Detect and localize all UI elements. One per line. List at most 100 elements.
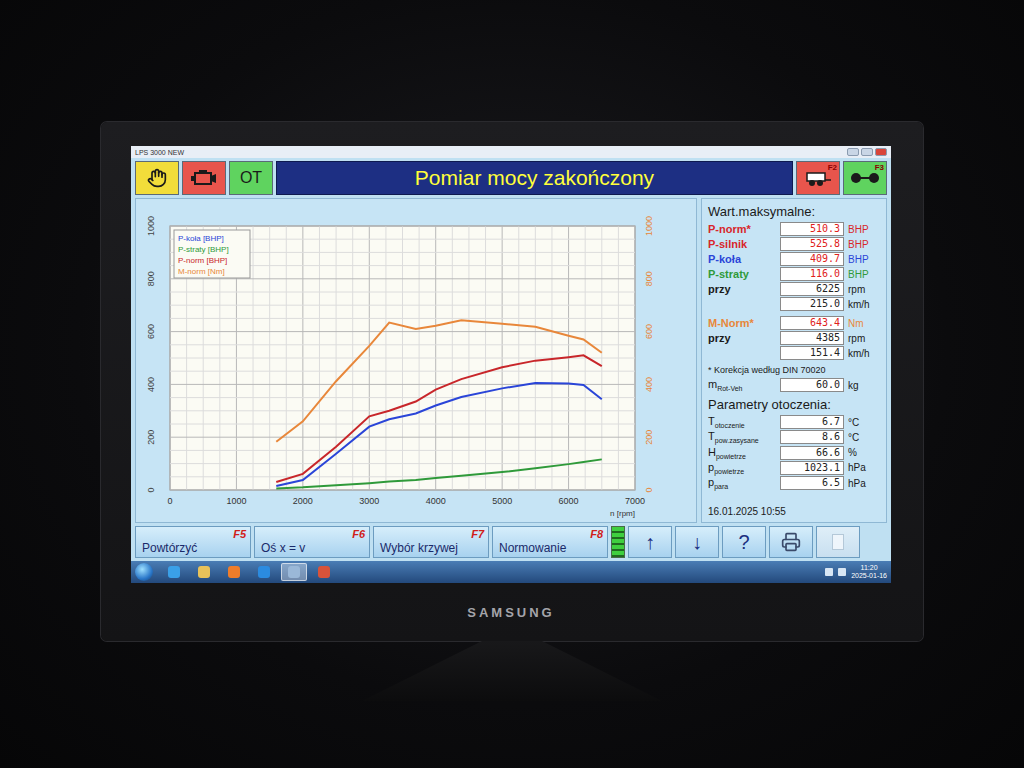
taskbar-app[interactable]: [161, 563, 187, 581]
row-label: mRot-Veh: [708, 378, 776, 392]
x-tick: 1000: [226, 496, 246, 506]
series-line: [276, 320, 602, 441]
network-icon[interactable]: [825, 568, 833, 576]
value-box: 8.6: [780, 430, 844, 444]
grid-line: [170, 410, 635, 411]
taskbar-app[interactable]: [191, 563, 217, 581]
y-tick-left: 0: [146, 487, 156, 492]
taskbar-app[interactable]: [251, 563, 277, 581]
grid-line: [170, 344, 635, 345]
max-value-row: P-norm*510.3BHP: [708, 222, 880, 236]
x-tick: 2000: [293, 496, 313, 506]
close-button[interactable]: [875, 148, 887, 156]
level-indicator: [611, 526, 625, 558]
mode-button[interactable]: F3: [843, 161, 887, 195]
nav-label: ?: [738, 531, 749, 554]
row-label: Tpow.zasysane: [708, 430, 776, 444]
system-tray: 11:202025-01-16: [825, 564, 887, 580]
row-label: P-straty: [708, 268, 776, 280]
taskbar: 11:202025-01-16: [131, 561, 891, 583]
max-value-row: P-silnik525.8BHP: [708, 237, 880, 251]
tool-button[interactable]: [135, 161, 179, 195]
series-line: [276, 355, 602, 482]
clock-time: 11:20: [861, 564, 878, 572]
indicator-fill: [612, 527, 624, 557]
media-icon: [228, 566, 240, 578]
function-button[interactable]: PowtórzyćF5: [135, 526, 251, 558]
nav-button[interactable]: ?: [722, 526, 766, 558]
nav-button[interactable]: ↑: [628, 526, 672, 558]
row-label: przy: [708, 332, 776, 344]
mode-button[interactable]: F2: [796, 161, 840, 195]
mass-row: mRot-Veh60.0kg: [708, 378, 880, 392]
grid-line: [170, 370, 635, 371]
x-tick: 4000: [426, 496, 446, 506]
tool-icon: [318, 566, 330, 578]
power-group: P-norm*510.3BHPP-silnik525.8BHPP-koła409…: [708, 222, 880, 311]
max-value-row: P-straty116.0BHP: [708, 267, 880, 281]
taskbar-app[interactable]: [311, 563, 337, 581]
title-bar: LPS 3000 NEW: [131, 146, 891, 158]
start-icon[interactable]: [135, 563, 153, 581]
unit: °C: [848, 432, 880, 443]
value-box: 151.4: [780, 346, 844, 360]
row-label: ppowietrze: [708, 461, 776, 475]
unit: rpm: [848, 333, 880, 344]
function-button[interactable]: NormowanieF8: [492, 526, 608, 558]
screen: LPS 3000 NEWOTPomiar mocy zakończonyF2F3…: [131, 146, 891, 583]
row-label: P-norm*: [708, 223, 776, 235]
row-label: przy: [708, 283, 776, 295]
unit: °C: [848, 417, 880, 428]
y-tick-right: 800: [644, 271, 654, 286]
maximize-button[interactable]: [861, 148, 873, 156]
browser-icon: [258, 566, 270, 578]
function-button[interactable]: Oś x = vF6: [254, 526, 370, 558]
nav-button: [816, 526, 860, 558]
grid-line: [170, 304, 635, 305]
window-icon: [288, 566, 300, 578]
unit: BHP: [848, 269, 880, 280]
volume-icon[interactable]: [838, 568, 846, 576]
unit: BHP: [848, 254, 880, 265]
tool-button[interactable]: [182, 161, 226, 195]
unit: BHP: [848, 239, 880, 250]
max-value-row: P-koła409.7BHP: [708, 252, 880, 266]
function-bar: PowtórzyćF5Oś x = vF6Wybór krzywejF7Norm…: [131, 523, 891, 561]
y-tick-right: 600: [644, 324, 654, 339]
tool-button[interactable]: OT: [229, 161, 273, 195]
panel-title: Wart.maksymalne:: [708, 204, 880, 219]
row-label: Hpowietrze: [708, 446, 776, 460]
timestamp: 16.01.2025 10:55: [708, 506, 880, 517]
value-box: 643.4: [780, 316, 844, 330]
nav-button[interactable]: ↓: [675, 526, 719, 558]
window-title: LPS 3000 NEW: [135, 149, 184, 156]
taskbar-app[interactable]: [221, 563, 247, 581]
x-tick: 5000: [492, 496, 512, 506]
minimize-button[interactable]: [847, 148, 859, 156]
function-label: Oś x = v: [261, 542, 305, 554]
function-button[interactable]: Wybór krzywejF7: [373, 526, 489, 558]
unit: km/h: [848, 299, 880, 310]
nav-button[interactable]: [769, 526, 813, 558]
row-label: P-silnik: [708, 238, 776, 250]
unit: km/h: [848, 348, 880, 359]
y-tick-right: 1000: [644, 215, 654, 235]
function-key: F8: [590, 528, 603, 540]
key-tag: F3: [875, 163, 884, 172]
unit: hPa: [848, 478, 880, 489]
max-value-row: przy 4385 rpm: [708, 331, 880, 345]
value-box: 4385: [780, 331, 844, 345]
ambient-group: Totoczenie6.7°CTpow.zasysane8.6°CHpowiet…: [708, 415, 880, 490]
y-tick-right: 0: [644, 487, 654, 492]
torque-group: M-Norm*643.4Nmprzy4385rpm151.4km/h: [708, 316, 880, 360]
clock[interactable]: 11:202025-01-16: [851, 564, 887, 580]
y-tick-left: 600: [146, 324, 156, 339]
legend-item: P-koła [BHP]: [178, 234, 224, 243]
taskbar-app[interactable]: [281, 563, 307, 581]
clock-date: 2025-01-16: [851, 572, 887, 580]
grid-line: [170, 476, 635, 477]
value-box: 60.0: [780, 378, 844, 392]
value-box: 1023.1: [780, 461, 844, 475]
y-tick-left: 800: [146, 271, 156, 286]
monitor-stand: [362, 641, 662, 701]
